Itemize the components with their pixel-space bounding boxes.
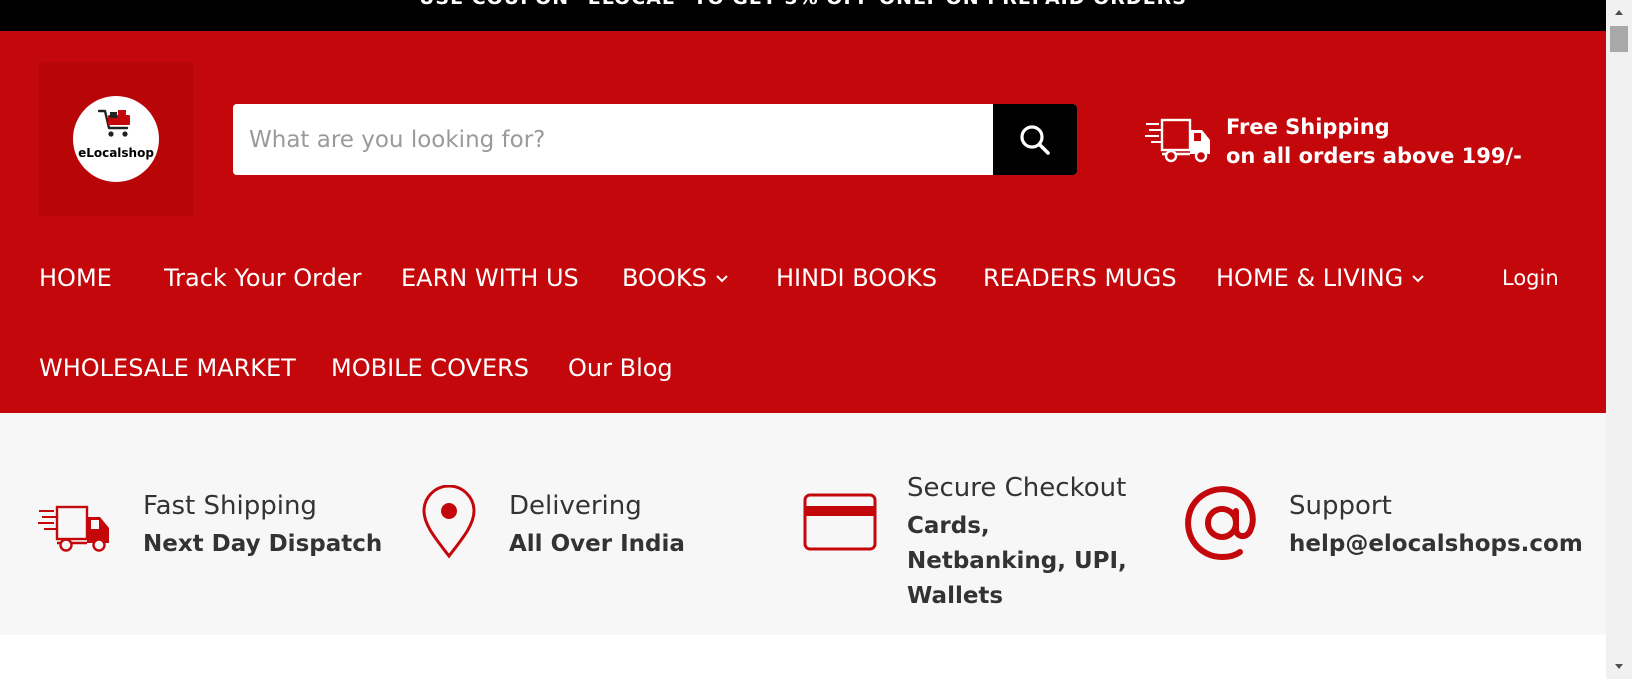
nav-item-label: HINDI BOOKS	[776, 264, 938, 292]
free-shipping-promo: Free Shipping on all orders above 199/-	[1145, 113, 1545, 173]
login-link[interactable]: Login	[1502, 266, 1559, 290]
search-button[interactable]	[993, 104, 1077, 175]
arrow-down-icon	[1615, 664, 1623, 669]
nav-item-hindi-books[interactable]: HINDI BOOKS	[776, 264, 937, 292]
search-bar	[233, 104, 1077, 175]
nav-item-label: HOME & LIVING	[1216, 264, 1404, 292]
scrollbar-thumb[interactable]	[1610, 26, 1628, 52]
promo-title: Free Shipping	[1226, 115, 1390, 139]
announcement-bar: USE COUPON "ELOCAL" TO GET 5% OFF ONLY O…	[0, 0, 1606, 31]
vertical-scrollbar[interactable]	[1606, 0, 1632, 679]
login-label: Login	[1502, 266, 1559, 290]
feature-title: Support	[1289, 491, 1392, 521]
nav-item-label: EARN WITH US	[401, 264, 579, 292]
nav-item-our-blog[interactable]: Our Blog	[568, 354, 673, 382]
feature-detail: Cards, Netbanking, UPI, Wallets	[907, 513, 1127, 609]
scroll-down-button[interactable]	[1606, 657, 1632, 677]
nav-item-earn-with-us[interactable]: EARN WITH US	[401, 264, 579, 292]
nav-item-home-living[interactable]: HOME & LIVING	[1216, 264, 1425, 292]
nav-item-readers-mugs[interactable]: READERS MUGS	[983, 264, 1177, 292]
feature-support: Support help@elocalshops.com	[1180, 413, 1606, 635]
nav-item-wholesale-market[interactable]: WHOLESALE MARKET	[39, 354, 296, 382]
nav-item-label: WHOLESALE MARKET	[39, 354, 296, 382]
features-strip: Fast Shipping Next Day Dispatch Deliveri…	[0, 413, 1606, 635]
feature-title: Fast Shipping	[143, 491, 317, 521]
feature-title: Delivering	[509, 491, 642, 521]
at-sign-icon	[1185, 486, 1256, 561]
feature-title: Secure Checkout	[907, 473, 1127, 503]
scroll-up-button[interactable]	[1606, 2, 1632, 22]
search-input[interactable]	[233, 104, 993, 175]
promo-subtitle: on all orders above 199/-	[1226, 144, 1522, 168]
feature-detail: help@elocalshops.com	[1289, 531, 1583, 557]
nav-item-label: BOOKS	[622, 264, 707, 292]
page: USE COUPON "ELOCAL" TO GET 5% OFF ONLY O…	[0, 0, 1606, 679]
feature-detail: All Over India	[509, 531, 685, 557]
arrow-up-icon	[1615, 10, 1623, 15]
shopping-cart-icon	[97, 109, 130, 137]
feature-detail: Next Day Dispatch	[143, 531, 383, 557]
nav-item-books[interactable]: BOOKS	[622, 264, 729, 292]
logo-text: eLocalshop	[78, 146, 154, 160]
logo-badge: eLocalshop	[73, 96, 159, 182]
truck-icon	[38, 505, 109, 552]
announcement-text: USE COUPON "ELOCAL" TO GET 5% OFF ONLY O…	[0, 0, 1606, 9]
logo[interactable]: eLocalshop	[39, 62, 193, 216]
search-icon	[1020, 124, 1050, 155]
nav-item-home[interactable]: HOME	[39, 264, 112, 292]
nav-item-track-order[interactable]: Track Your Order	[164, 264, 362, 292]
credit-card-icon	[803, 493, 877, 551]
nav-item-mobile-covers[interactable]: MOBILE COVERS	[331, 354, 529, 382]
nav-item-label: Our Blog	[568, 354, 673, 382]
feature-delivering: Delivering All Over India	[400, 413, 800, 635]
feature-fast-shipping: Fast Shipping Next Day Dispatch	[0, 413, 400, 635]
nav-item-label: HOME	[39, 264, 112, 292]
chevron-down-icon	[716, 275, 728, 283]
nav-item-label: READERS MUGS	[983, 264, 1177, 292]
nav-item-label: Track Your Order	[164, 264, 362, 292]
nav-item-label: MOBILE COVERS	[331, 354, 530, 382]
feature-secure-checkout: Secure Checkout Cards, Netbanking, UPI, …	[800, 413, 1200, 635]
location-pin-icon	[422, 485, 476, 559]
truck-icon	[1145, 118, 1210, 163]
site-header: eLocalshop What are you looking for? Fre…	[0, 31, 1606, 413]
chevron-down-icon	[1412, 275, 1424, 283]
